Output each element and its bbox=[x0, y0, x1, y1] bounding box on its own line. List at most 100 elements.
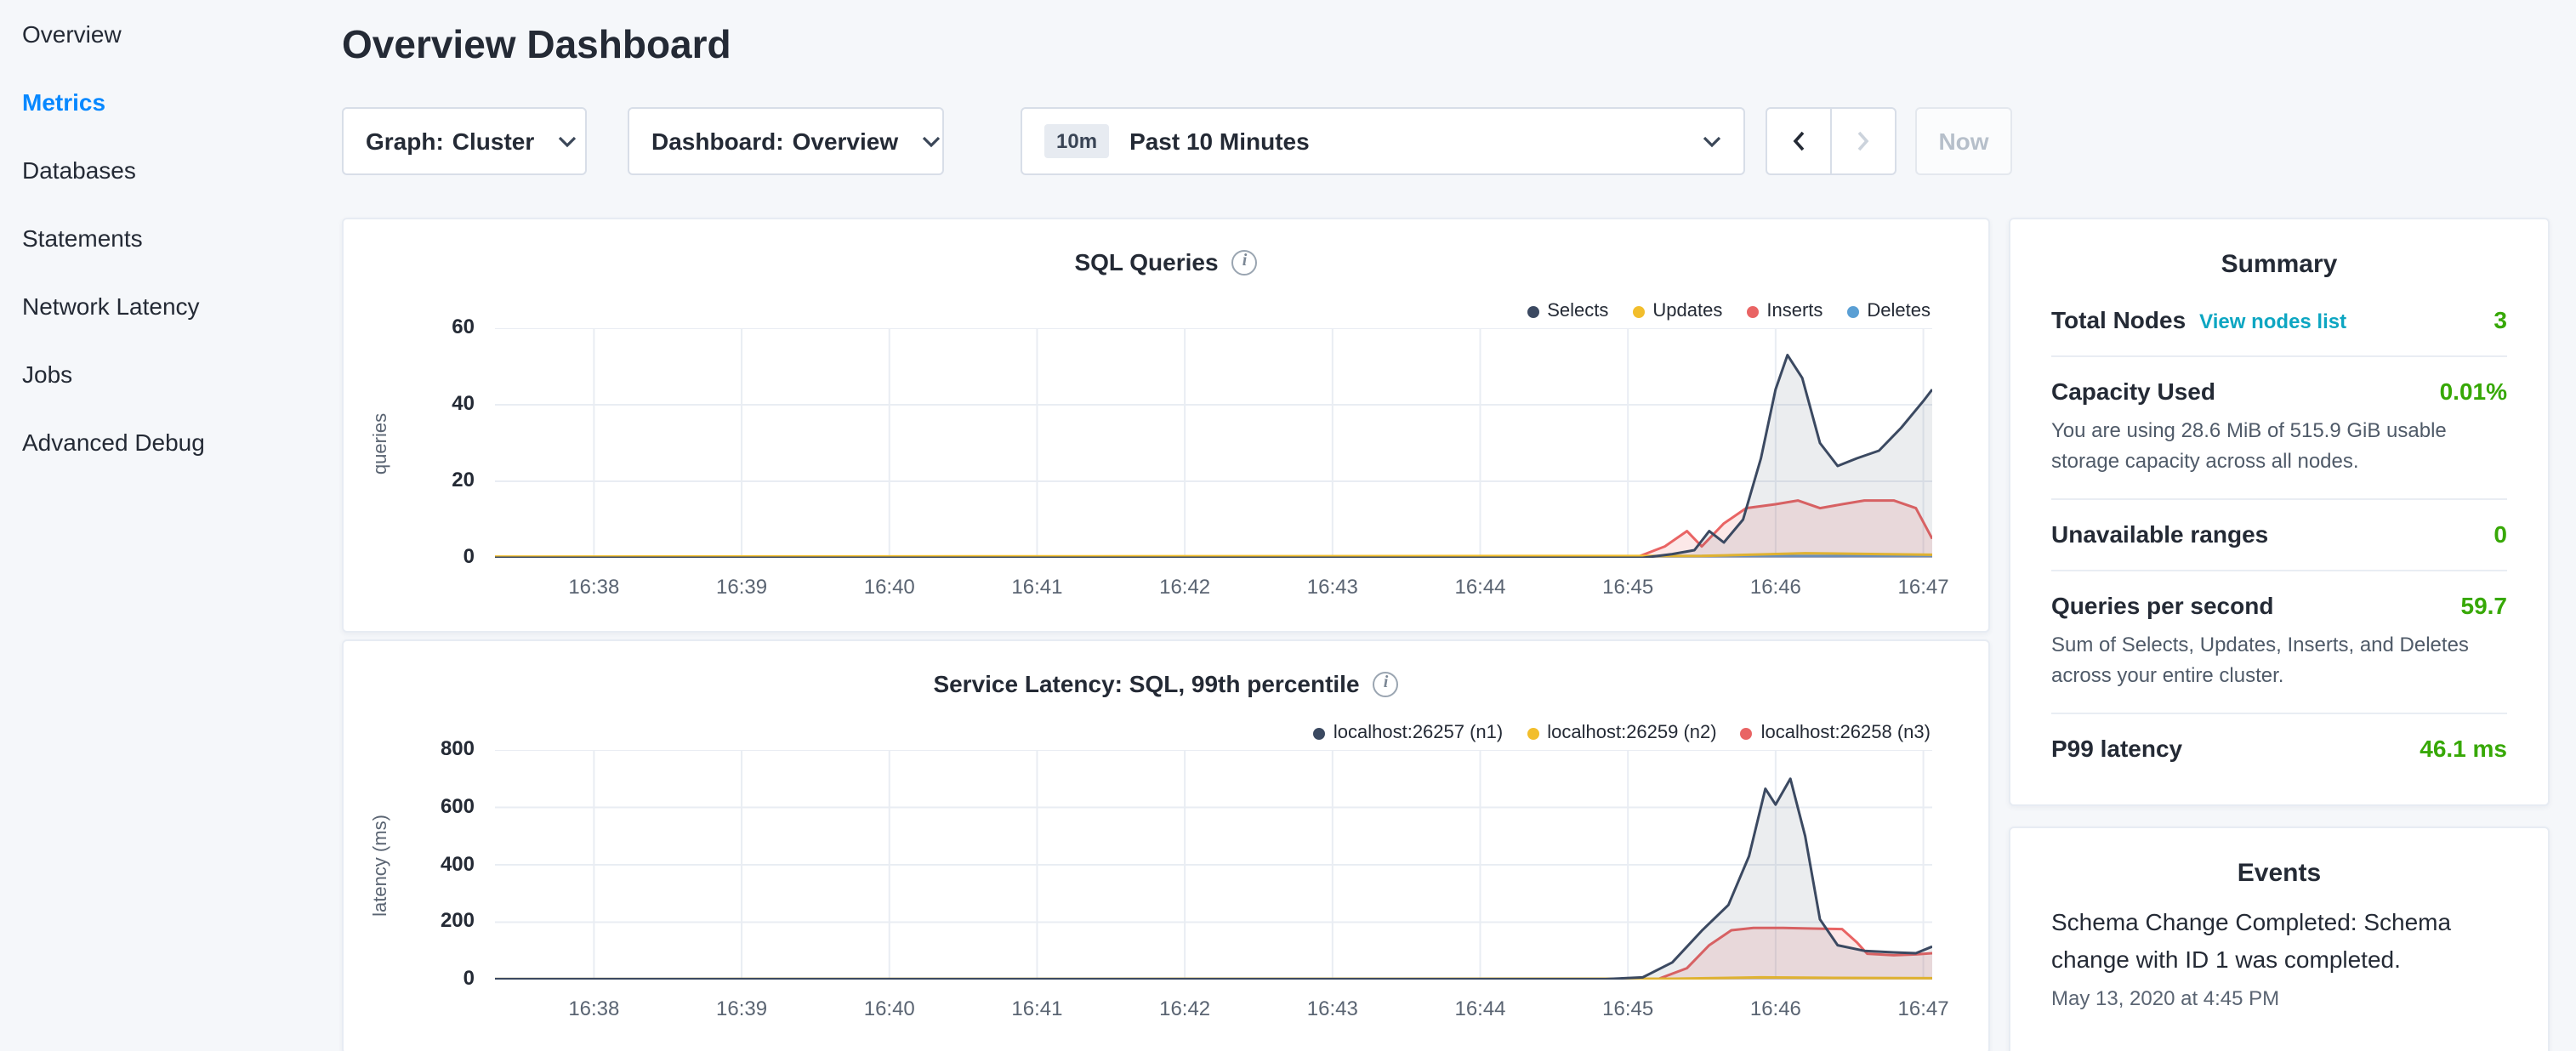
info-icon[interactable]: i bbox=[1373, 671, 1399, 696]
x-axis-tick: 16:39 bbox=[687, 575, 796, 599]
summary-row-value: 59.7 bbox=[2461, 592, 2508, 619]
app-root: OverviewMetricsDatabasesStatementsNetwor… bbox=[0, 0, 2576, 1051]
time-window-badge: 10m bbox=[1044, 124, 1109, 158]
x-axis-tick: 16:44 bbox=[1426, 575, 1535, 599]
summary-panel: Summary Total Nodes View nodes list 3 Capac… bbox=[2009, 218, 2550, 806]
chart-canvas bbox=[495, 328, 1932, 558]
legend-item: Selects bbox=[1527, 301, 1608, 321]
chevron-down-icon bbox=[1703, 135, 1721, 147]
summary-row-unavailable-ranges: Unavailable ranges 0 bbox=[2051, 500, 2507, 571]
sidebar-item-advanced-debug[interactable]: Advanced Debug bbox=[0, 408, 323, 476]
legend-item: Inserts bbox=[1746, 301, 1823, 321]
legend-item: localhost:26259 (n2) bbox=[1527, 723, 1716, 743]
summary-row-header: Total Nodes View nodes list 3 bbox=[2051, 306, 2507, 333]
summary-row-queries-per-second: Queries per second59.7Sum of Selects, Up… bbox=[2051, 571, 2507, 714]
legend-dot bbox=[1527, 305, 1538, 317]
summary-row-total-nodes: Total Nodes View nodes list 3 bbox=[2051, 286, 2507, 357]
y-axis-tick: 60 bbox=[400, 315, 475, 338]
x-axis-tick: 16:38 bbox=[539, 997, 648, 1020]
view-nodes-list-link[interactable]: View nodes list bbox=[2199, 310, 2346, 333]
legend-dot bbox=[1527, 727, 1538, 739]
dashboard-dropdown-value: Overview bbox=[793, 128, 899, 155]
chart-title: SQL Queries bbox=[1074, 248, 1218, 276]
y-axis-tick: 0 bbox=[400, 966, 475, 990]
graph-dropdown-label: Graph: bbox=[366, 128, 444, 155]
y-axis-label-wrap: latency (ms) bbox=[367, 750, 395, 980]
y-axis-tick: 200 bbox=[400, 909, 475, 933]
time-step-buttons bbox=[1766, 107, 1896, 175]
x-axis-tick: 16:41 bbox=[982, 575, 1091, 599]
events-title: Events bbox=[2051, 849, 2507, 895]
time-step-forward-button[interactable] bbox=[1830, 107, 1896, 175]
summary-title: Summary bbox=[2051, 240, 2507, 286]
info-icon[interactable]: i bbox=[1232, 249, 1258, 275]
time-step-back-button[interactable] bbox=[1766, 107, 1832, 175]
x-axis-tick: 16:40 bbox=[835, 997, 944, 1020]
legend-dot bbox=[1846, 305, 1858, 317]
legend-item: localhost:26258 (n3) bbox=[1741, 723, 1931, 743]
sidebar-item-network-latency[interactable]: Network Latency bbox=[0, 272, 323, 340]
sidebar-item-databases[interactable]: Databases bbox=[0, 136, 323, 204]
summary-row-capacity-used: Capacity Used 0.01% You are using 28.6 MiB… bbox=[2051, 357, 2507, 500]
legend-label: Inserts bbox=[1766, 301, 1823, 321]
x-axis-tick: 16:45 bbox=[1573, 575, 1682, 599]
plot-area: 020406016:3816:3916:4016:4116:4216:4316:… bbox=[495, 328, 1932, 558]
time-window-select[interactable]: 10m Past 10 Minutes bbox=[1021, 107, 1745, 175]
legend-dot bbox=[1741, 727, 1753, 739]
summary-row-value: 0 bbox=[2494, 520, 2507, 548]
y-axis-label: latency (ms) bbox=[371, 814, 391, 916]
legend-dot bbox=[1746, 305, 1758, 317]
summary-row-value: 3 bbox=[2494, 306, 2507, 333]
sidebar-nav: OverviewMetricsDatabasesStatementsNetwor… bbox=[0, 0, 323, 1051]
graph-dropdown[interactable]: Graph: Cluster bbox=[342, 107, 587, 175]
chart-header: SQL Queries i bbox=[344, 219, 1988, 276]
x-axis-tick: 16:41 bbox=[982, 997, 1091, 1020]
sidebar-item-overview[interactable]: Overview bbox=[0, 0, 323, 68]
y-axis-tick: 800 bbox=[400, 736, 475, 760]
x-axis-tick: 16:38 bbox=[539, 575, 648, 599]
summary-row-header: Unavailable ranges 0 bbox=[2051, 520, 2507, 548]
chevron-down-icon bbox=[922, 135, 941, 147]
summary-row-header: Capacity Used 0.01% bbox=[2051, 378, 2507, 405]
summary-row-label: P99 latency bbox=[2051, 735, 2182, 762]
legend-item: localhost:26257 (n1) bbox=[1313, 723, 1503, 743]
event-text: Schema Change Completed: Schema change w… bbox=[2051, 905, 2507, 979]
graph-dropdown-value: Cluster bbox=[452, 128, 534, 155]
sidebar-item-metrics[interactable]: Metrics bbox=[0, 68, 323, 136]
chevron-left-icon bbox=[1791, 131, 1806, 151]
summary-row-label: Total Nodes bbox=[2051, 306, 2186, 333]
legend-label: localhost:26257 (n1) bbox=[1333, 723, 1503, 743]
dashboard-dropdown[interactable]: Dashboard: Overview bbox=[628, 107, 944, 175]
sql-queries-chart-card: SQL Queries i Selects Updates Inserts Delet… bbox=[342, 218, 1990, 633]
summary-row-description: You are using 28.6 MiB of 515.9 GiB usab… bbox=[2051, 415, 2507, 476]
legend-item: Deletes bbox=[1846, 301, 1931, 321]
legend-item: Updates bbox=[1632, 301, 1722, 321]
legend-label: localhost:26259 (n2) bbox=[1547, 723, 1716, 743]
right-sidebar: Summary Total Nodes View nodes list 3 Capac… bbox=[2009, 218, 2550, 1051]
chart-legend: localhost:26257 (n1) localhost:26259 (n2)… bbox=[1313, 723, 1931, 743]
sidebar-item-statements[interactable]: Statements bbox=[0, 204, 323, 272]
toolbar: Graph: Cluster Dashboard: Overview 10m P… bbox=[342, 107, 2012, 175]
x-axis-tick: 16:44 bbox=[1426, 997, 1535, 1020]
summary-row-header: P99 latency46.1 ms bbox=[2051, 735, 2507, 762]
summary-row-description: Sum of Selects, Updates, Inserts, and De… bbox=[2051, 629, 2507, 690]
x-axis-tick: 16:43 bbox=[1278, 575, 1387, 599]
chart-legend: Selects Updates Inserts Deletes bbox=[1527, 301, 1931, 321]
legend-dot bbox=[1313, 727, 1325, 739]
x-axis-tick: 16:42 bbox=[1130, 997, 1239, 1020]
summary-row-value: 0.01% bbox=[2440, 378, 2507, 405]
y-axis-tick: 0 bbox=[400, 544, 475, 568]
x-axis-tick: 16:40 bbox=[835, 575, 944, 599]
summary-row-label: Capacity Used bbox=[2051, 378, 2215, 405]
legend-label: Deletes bbox=[1867, 301, 1931, 321]
time-window-label: Past 10 Minutes bbox=[1129, 128, 1310, 155]
x-axis-tick: 16:46 bbox=[1721, 997, 1830, 1020]
x-axis-tick: 16:43 bbox=[1278, 997, 1387, 1020]
summary-row-label: Unavailable ranges bbox=[2051, 520, 2268, 548]
chevron-right-icon bbox=[1856, 131, 1871, 151]
sidebar-item-jobs[interactable]: Jobs bbox=[0, 340, 323, 408]
service-latency-chart-card: Service Latency: SQL, 99th percentile i … bbox=[342, 639, 1990, 1051]
y-axis-label-wrap: queries bbox=[367, 328, 395, 558]
now-button[interactable]: Now bbox=[1915, 107, 2012, 175]
y-axis-tick: 400 bbox=[400, 851, 475, 875]
